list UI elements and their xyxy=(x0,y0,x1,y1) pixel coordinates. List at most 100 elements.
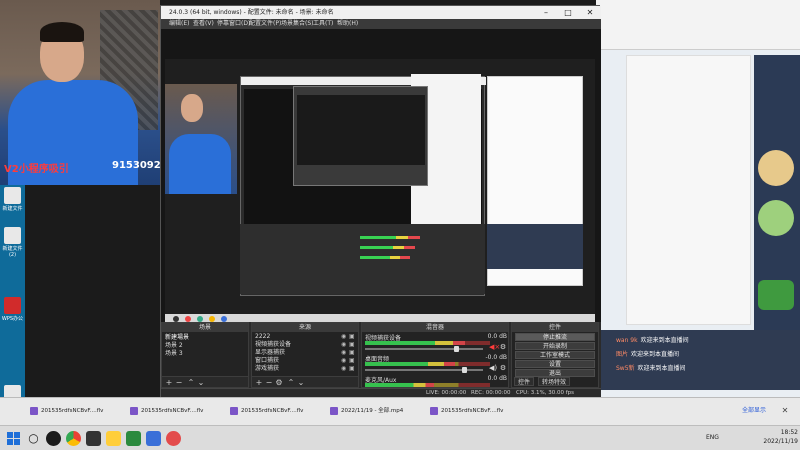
remove-icon[interactable]: − xyxy=(174,377,184,388)
add-icon[interactable]: + xyxy=(164,377,174,388)
nested-head xyxy=(181,94,203,122)
video-file-icon xyxy=(30,407,38,415)
eye-icon[interactable]: ◉ xyxy=(341,350,347,356)
gear-icon[interactable]: ⚙ xyxy=(274,377,284,388)
show-all-button[interactable]: 全部显示 xyxy=(736,404,772,418)
scene-item[interactable]: 新建場景 xyxy=(165,334,189,342)
scene-item[interactable]: 场景 2 xyxy=(165,342,183,350)
menu-edit[interactable]: 编辑(E) xyxy=(169,19,189,29)
download-item[interactable]: 2022/11/19 - 全部.mp4 xyxy=(330,404,403,418)
nested-chat xyxy=(487,224,583,269)
close-icon[interactable]: ✕ xyxy=(579,6,601,19)
tab-controls[interactable]: 控件 xyxy=(514,377,535,386)
nested-meter xyxy=(360,236,420,239)
source-row[interactable]: 視頻捕获设备 ◉ ▣ xyxy=(252,341,358,349)
add-icon[interactable]: + xyxy=(254,377,264,388)
search-icon[interactable]: ○ xyxy=(26,431,41,446)
scenes-title: 场景 xyxy=(162,323,248,332)
speaker-muted-icon[interactable]: ◀× xyxy=(489,343,500,351)
slider-knob[interactable] xyxy=(454,346,460,352)
channel-db: -0.0 dB xyxy=(485,354,507,361)
preview-canvas[interactable] xyxy=(161,29,601,334)
maximize-icon[interactable]: □ xyxy=(557,6,579,19)
meter-level xyxy=(365,341,465,345)
download-item[interactable]: 201535rdfsNCBvF....flv xyxy=(230,404,303,418)
file-name: 201535rdfsNCBvF....flv xyxy=(41,408,104,414)
chat-text: 欢迎来到本直播间 xyxy=(640,337,689,344)
system-clock[interactable]: 18:52 2022/11/19 xyxy=(728,428,798,446)
stop-streaming-button[interactable]: 停止推流 xyxy=(515,333,595,341)
obs-app-icon[interactable] xyxy=(46,431,61,446)
speaker-icon[interactable]: ◀) xyxy=(489,364,497,372)
sources-title: 来源 xyxy=(252,323,358,332)
app-icon[interactable] xyxy=(146,431,161,446)
down-icon[interactable]: ⌄ xyxy=(296,377,306,388)
source-row[interactable]: 游戏捕获 ◉ ▣ xyxy=(252,365,358,373)
exit-button[interactable]: 退出 xyxy=(515,369,595,377)
app-icon[interactable] xyxy=(166,431,181,446)
eye-icon[interactable]: ◉ xyxy=(341,334,347,340)
badge-image xyxy=(758,200,794,236)
language-indicator[interactable]: ENG xyxy=(706,434,719,441)
lock-icon[interactable]: ▣ xyxy=(349,334,355,340)
download-item[interactable]: 201535rdfsNCBvF....flv xyxy=(30,404,103,418)
eye-icon[interactable]: ◉ xyxy=(341,366,347,372)
source-label: 視頻捕获设备 xyxy=(255,341,292,348)
volume-slider[interactable] xyxy=(365,346,483,352)
windows-start-icon[interactable] xyxy=(6,431,21,446)
scene-item[interactable]: 场景 3 xyxy=(165,350,183,358)
chat-panel xyxy=(626,55,751,325)
gear-icon[interactable]: ⚙ xyxy=(499,343,507,351)
eye-icon[interactable]: ◉ xyxy=(341,358,347,364)
menu-scene-collection[interactable]: 场景集合(S) xyxy=(281,19,314,29)
obs-title-bar[interactable]: 24.0.3 (64 bit, windows) - 配置文件: 未命名 - 场… xyxy=(161,6,601,19)
lock-icon[interactable]: ▣ xyxy=(349,342,355,348)
nested-webcam xyxy=(165,84,237,194)
video-file-icon xyxy=(230,407,238,415)
down-icon[interactable]: ⌄ xyxy=(196,377,206,388)
close-icon[interactable]: ✕ xyxy=(778,404,792,418)
nested-preview xyxy=(165,59,595,334)
source-row[interactable]: 2222 ◉ ▣ xyxy=(252,333,358,341)
clock-time: 18:52 xyxy=(780,429,798,436)
download-item[interactable]: 201535rdfsNCBvF....flv xyxy=(130,404,203,418)
menu-view[interactable]: 查看(V) xyxy=(193,19,214,29)
file-icon[interactable] xyxy=(4,227,21,244)
minimize-icon[interactable]: – xyxy=(535,6,557,19)
menu-profile[interactable]: 配置文件(P) xyxy=(249,19,281,29)
live-chat: wan 9k 欢迎来到本直播间 图片 欢迎来到本直播间 Sw5新 欢迎来到本直播间 xyxy=(596,330,800,390)
up-icon[interactable]: ⌃ xyxy=(286,377,296,388)
settings-button[interactable]: 设置 xyxy=(515,360,595,368)
up-icon[interactable]: ⌃ xyxy=(186,377,196,388)
source-row[interactable]: 窗口捕获 ◉ ▣ xyxy=(252,357,358,365)
app-icon[interactable] xyxy=(86,431,101,446)
remove-icon[interactable]: − xyxy=(264,377,274,388)
sources-dock: 来源 2222 ◉ ▣ 視頻捕获设备 ◉ ▣ 显示器捕获 ◉ ▣ 窗口捕获 ◉ … xyxy=(251,322,359,388)
chrome-icon[interactable] xyxy=(66,431,81,446)
volume-meter xyxy=(365,362,490,366)
download-item[interactable]: 201535rdfsNCBvF....flv xyxy=(430,404,503,418)
tab-transitions[interactable]: 转场特效 xyxy=(538,377,571,386)
gear-icon[interactable]: ⚙ xyxy=(499,364,507,372)
menu-docks[interactable]: 停靠窗口(D) xyxy=(217,19,250,29)
webcam-feed: V2小程序吸引 915309288 xyxy=(0,0,175,185)
volume-slider[interactable] xyxy=(365,367,483,373)
scenes-toolbar: + − ⌃ ⌄ xyxy=(162,376,248,387)
lock-icon[interactable]: ▣ xyxy=(349,366,355,372)
start-recording-button[interactable]: 开始录制 xyxy=(515,342,595,350)
menu-tools[interactable]: 工具(T) xyxy=(313,19,333,29)
wps-icon[interactable] xyxy=(4,297,21,314)
lock-icon[interactable]: ▣ xyxy=(349,358,355,364)
file-icon[interactable] xyxy=(4,187,21,204)
source-label: 窗口捕获 xyxy=(255,357,280,364)
wechat-icon[interactable] xyxy=(126,431,141,446)
slider-knob[interactable] xyxy=(462,367,468,373)
menu-help[interactable]: 帮助(H) xyxy=(337,19,358,29)
chat-user: Sw5新 xyxy=(616,365,635,372)
source-row[interactable]: 显示器捕获 ◉ ▣ xyxy=(252,349,358,357)
lock-icon[interactable]: ▣ xyxy=(349,350,355,356)
volume-meter xyxy=(365,341,490,345)
eye-icon[interactable]: ◉ xyxy=(341,342,347,348)
studio-mode-button[interactable]: 工作室模式 xyxy=(515,351,595,359)
folder-icon[interactable] xyxy=(106,431,121,446)
